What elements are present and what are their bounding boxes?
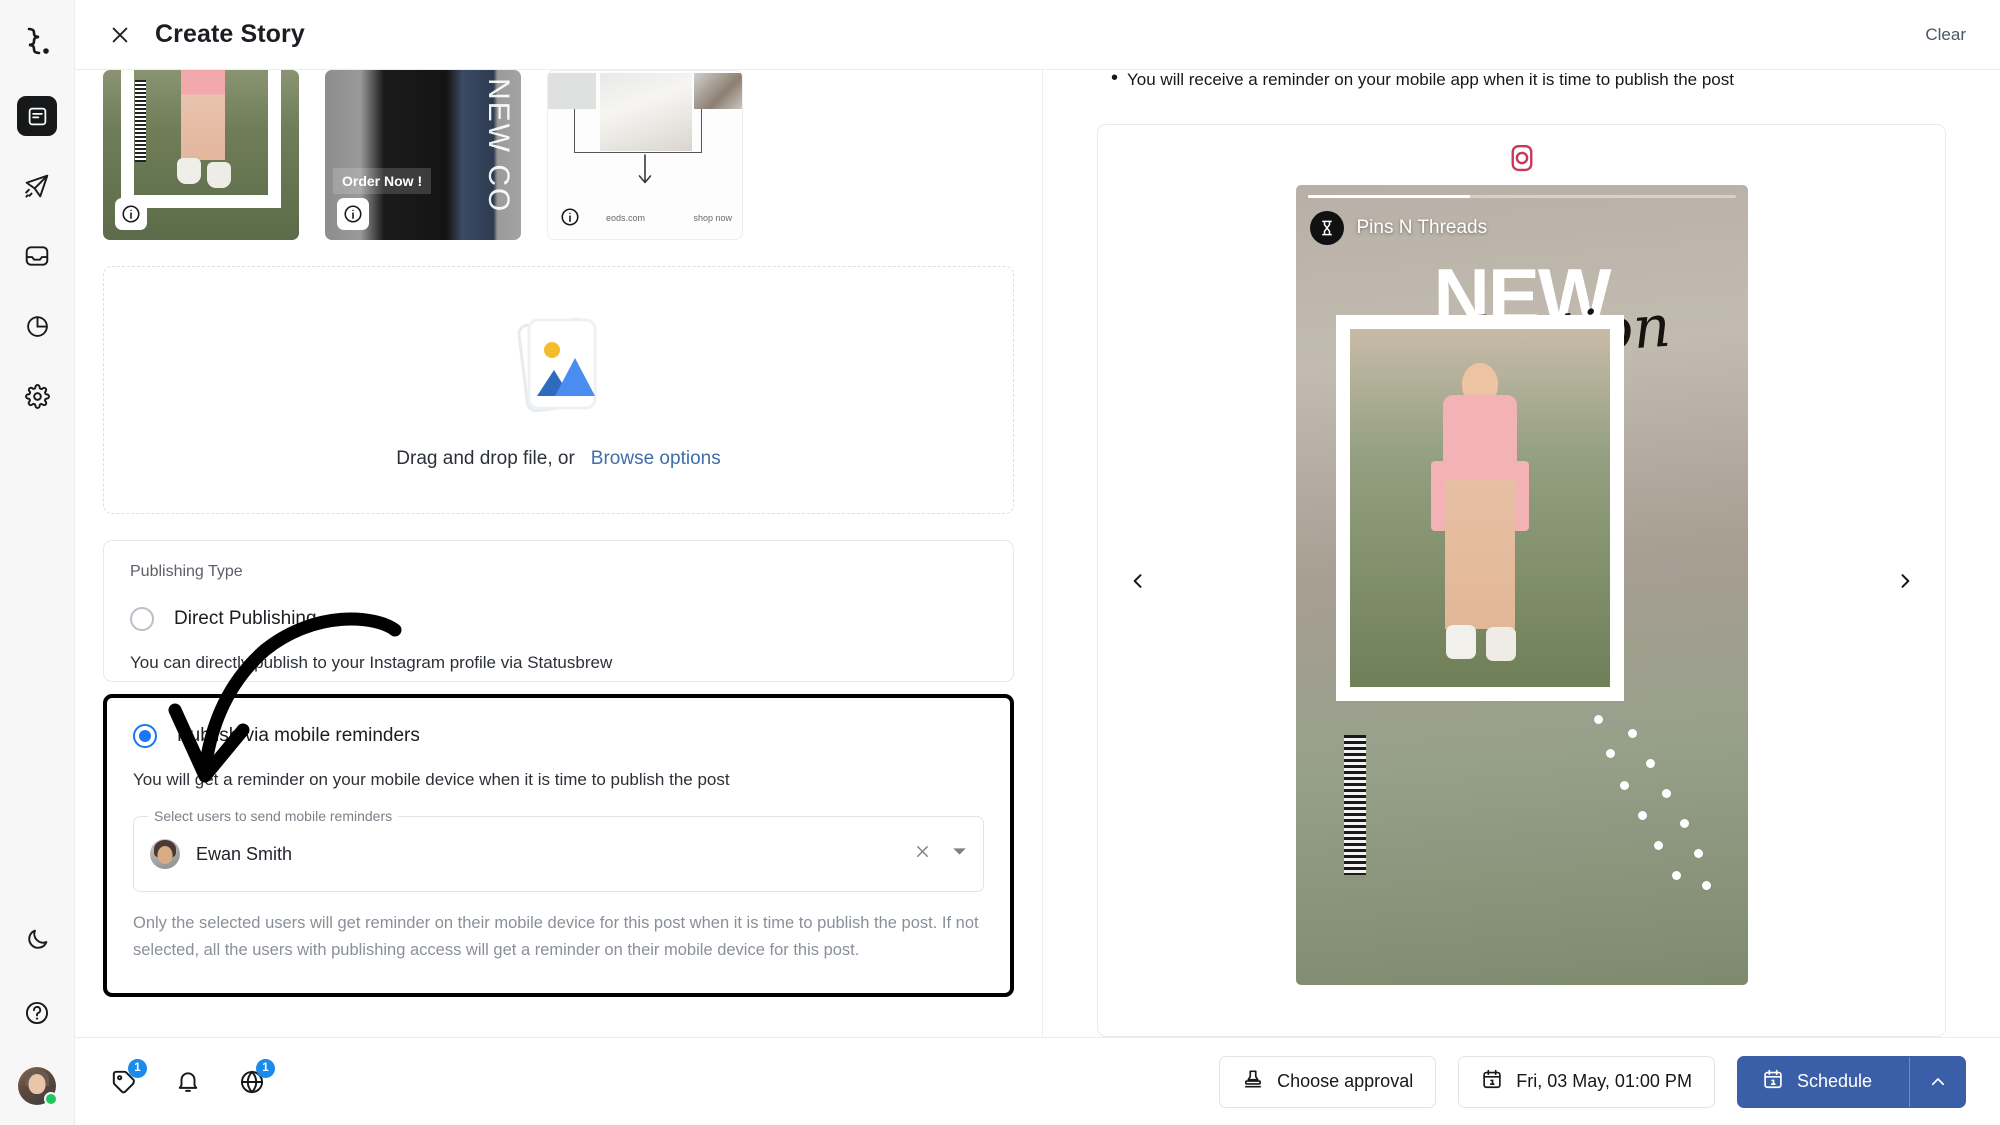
page-title: Create Story: [155, 20, 305, 48]
option-mobile-reminders-description: You will get a reminder on your mobile d…: [133, 770, 730, 789]
choose-approval-button[interactable]: Choose approval: [1219, 1055, 1437, 1108]
image-placeholder-icon: [507, 310, 611, 422]
thumb3-box-left: [548, 73, 596, 109]
publishing-type-label: Publishing Type: [130, 563, 243, 580]
avatar[interactable]: [18, 1067, 58, 1106]
user-select-controls: [913, 842, 967, 866]
chevron-down-icon[interactable]: [952, 844, 967, 864]
online-status-dot: [44, 1092, 58, 1106]
composer-panel: NEW CO Order Now ! eods.com shop now Dra…: [75, 70, 1043, 1037]
avatar-face: [28, 1074, 46, 1095]
thumb3-connector: [574, 109, 702, 153]
media-thumbnail[interactable]: NEW CO Order Now !: [325, 70, 521, 240]
story-photo: [1335, 315, 1624, 701]
story-model-top: [1442, 395, 1517, 465]
user-avatar-face: [157, 845, 173, 864]
dropzone-label: Drag and drop file, or: [396, 448, 575, 469]
app-sidebar: [0, 0, 75, 1125]
preview-panel: You will receive a reminder on your mobi…: [1043, 70, 2000, 1037]
story-account-avatar: [1309, 211, 1344, 245]
thumb2-overlay-text: Order Now !: [333, 168, 432, 194]
option-direct-publishing-label: Direct Publishing: [174, 608, 317, 629]
close-icon[interactable]: [103, 18, 137, 52]
main-stage: Create Story Clear NEW CO Order Now ! eo…: [75, 0, 2000, 1125]
story-account-header: Pins N Threads: [1309, 211, 1488, 245]
story-barcode: [1343, 735, 1366, 875]
preview-note: You will receive a reminder on your mobi…: [1043, 70, 2000, 94]
radio-mobile-reminders[interactable]: [133, 724, 157, 748]
sidebar-item-inbox[interactable]: [17, 236, 57, 276]
schedule-dropdown-toggle[interactable]: [1909, 1056, 1965, 1107]
tag-badge: 1: [128, 1058, 147, 1078]
user-avatar: [150, 839, 180, 869]
chevron-right-icon[interactable]: [1887, 563, 1923, 599]
clear-selection-icon[interactable]: [913, 842, 932, 866]
story-progress-bar: [1307, 195, 1736, 198]
stamp-icon: [1242, 1068, 1264, 1095]
story-model-shoe-right: [1485, 627, 1516, 661]
thumb3-url-text: eods.com: [606, 213, 646, 223]
thumb2-vertical-text: NEW CO: [482, 78, 515, 214]
radio-direct-publishing[interactable]: [130, 607, 154, 631]
option-direct-publishing-description: You can directly publish to your Instagr…: [130, 653, 613, 672]
user-select-field[interactable]: Select users to send mobile reminders Ew…: [133, 808, 984, 892]
story-preview: Pins N Threads NEW Collection: [1295, 185, 1748, 985]
browse-options-link[interactable]: Browse options: [591, 448, 721, 470]
preview-frame: Pins N Threads NEW Collection: [1097, 124, 1946, 1037]
thumb3-arrow-down-icon: [637, 153, 653, 192]
sidebar-item-settings[interactable]: [17, 376, 57, 416]
create-story-screen: Create Story Clear NEW CO Order Now ! eo…: [0, 0, 2000, 1125]
sidebar-item-reports[interactable]: [17, 306, 57, 346]
modal-header: Create Story Clear: [75, 0, 2000, 70]
schedule-button-group: Schedule: [1736, 1055, 1966, 1108]
schedule-datetime-button[interactable]: Fri, 03 May, 01:00 PM: [1458, 1055, 1715, 1108]
file-dropzone[interactable]: Drag and drop file, or Browse options: [103, 266, 1014, 514]
calendar-icon: [1481, 1068, 1503, 1095]
story-dot-decoration: [1584, 715, 1714, 895]
thumb3-cta-text: shop now: [693, 213, 732, 223]
option-direct-publishing[interactable]: Direct Publishing: [130, 607, 987, 631]
selected-user-name: Ewan Smith: [196, 843, 293, 864]
media-info-icon[interactable]: [337, 198, 369, 230]
clear-button[interactable]: Clear: [1925, 25, 1966, 45]
dropzone-text-row: Drag and drop file, or Browse options: [396, 448, 720, 470]
choose-approval-label: Choose approval: [1277, 1071, 1414, 1091]
media-info-icon[interactable]: [554, 201, 586, 233]
user-select-legend: Select users to send mobile reminders: [148, 808, 399, 824]
media-thumbnail-list: NEW CO Order Now ! eods.com shop now: [103, 70, 1014, 240]
modal-body: NEW CO Order Now ! eods.com shop now Dra…: [75, 70, 2000, 1037]
media-thumbnail[interactable]: [103, 70, 299, 240]
tag-icon[interactable]: 1: [103, 1058, 147, 1103]
dark-mode-icon[interactable]: [17, 919, 57, 959]
chevron-left-icon[interactable]: [1120, 563, 1156, 599]
instagram-icon: [1098, 143, 1945, 173]
bell-icon[interactable]: [167, 1061, 209, 1103]
publishing-type-card: Publishing Type Direct Publishing You ca…: [103, 540, 1014, 682]
help-icon[interactable]: [17, 993, 57, 1033]
selected-user-chip: Ewan Smith: [150, 839, 292, 869]
thumb1-barcode: [135, 80, 146, 162]
option-mobile-reminders-card: Publish via mobile reminders You will ge…: [103, 694, 1014, 998]
story-model-legs: [1444, 479, 1515, 629]
story-account-name: Pins N Threads: [1356, 217, 1488, 238]
schedule-datetime-label: Fri, 03 May, 01:00 PM: [1516, 1071, 1692, 1091]
sidebar-item-compose[interactable]: [17, 96, 57, 136]
story-model-shoe-left: [1445, 625, 1476, 659]
option-mobile-reminders[interactable]: Publish via mobile reminders: [133, 724, 984, 748]
modal-footer: 1 1 Choose approval Fri, 03 May, 01:00 P…: [75, 1037, 2000, 1125]
option-mobile-reminders-label: Publish via mobile reminders: [177, 725, 420, 746]
thumb3-box-right: [694, 73, 742, 109]
calendar-icon: [1762, 1068, 1784, 1095]
media-thumbnail[interactable]: eods.com shop now: [547, 70, 743, 240]
schedule-button[interactable]: Schedule: [1738, 1057, 1896, 1107]
sidebar-bottom-group: [17, 885, 58, 1125]
schedule-button-label: Schedule: [1796, 1071, 1872, 1091]
user-select-hint: Only the selected users will get reminde…: [133, 914, 979, 959]
globe-icon[interactable]: 1: [231, 1058, 275, 1103]
sidebar-item-publish[interactable]: [17, 166, 57, 206]
statusbrew-logo-icon: [19, 24, 55, 60]
media-info-icon[interactable]: [115, 198, 147, 230]
globe-badge: 1: [256, 1058, 275, 1078]
